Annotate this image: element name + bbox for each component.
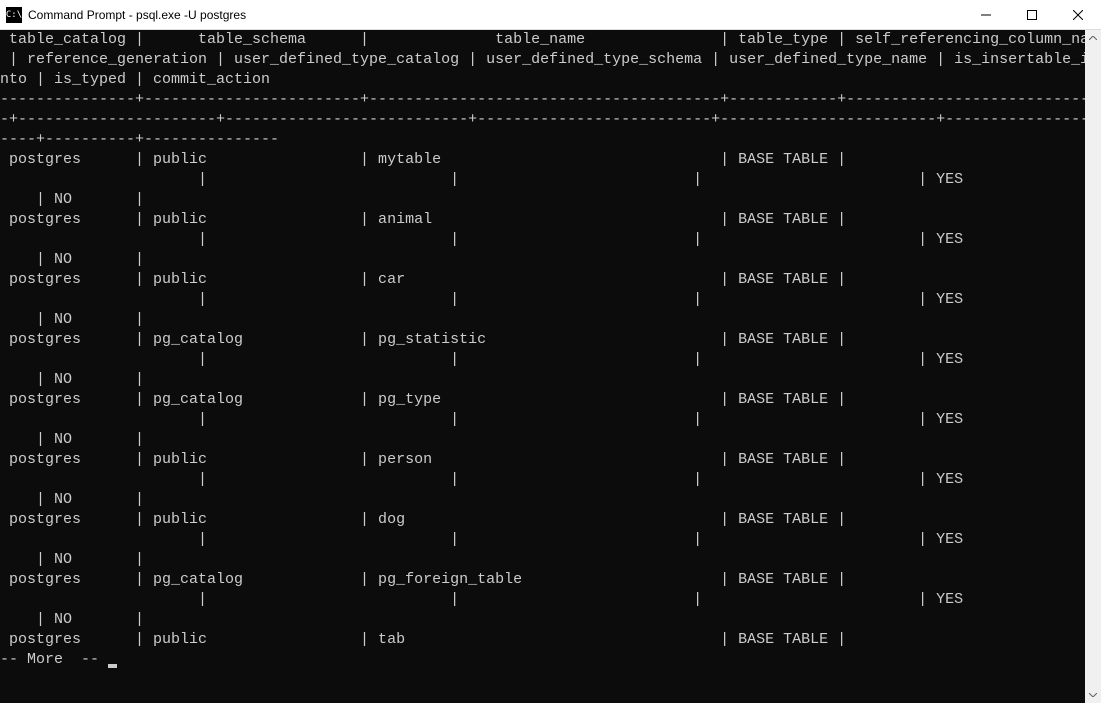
terminal-cursor [108,664,117,668]
app-icon-label: C:\ [6,10,22,20]
chevron-down-icon [1089,693,1097,697]
vertical-scrollbar[interactable] [1085,30,1101,703]
window-controls [963,0,1101,29]
window-title: Command Prompt - psql.exe -U postgres [28,8,963,22]
close-button[interactable] [1055,0,1101,30]
terminal-output[interactable]: table_catalog | table_schema | table_nam… [0,30,1085,703]
chevron-up-icon [1089,36,1097,40]
close-icon [1073,10,1083,20]
window-titlebar: C:\ Command Prompt - psql.exe -U postgre… [0,0,1101,30]
minimize-icon [981,10,991,20]
app-icon: C:\ [6,7,22,23]
scroll-up-arrow[interactable] [1085,30,1101,46]
minimize-button[interactable] [963,0,1009,30]
maximize-icon [1027,10,1037,20]
maximize-button[interactable] [1009,0,1055,30]
scroll-down-arrow[interactable] [1085,687,1101,703]
